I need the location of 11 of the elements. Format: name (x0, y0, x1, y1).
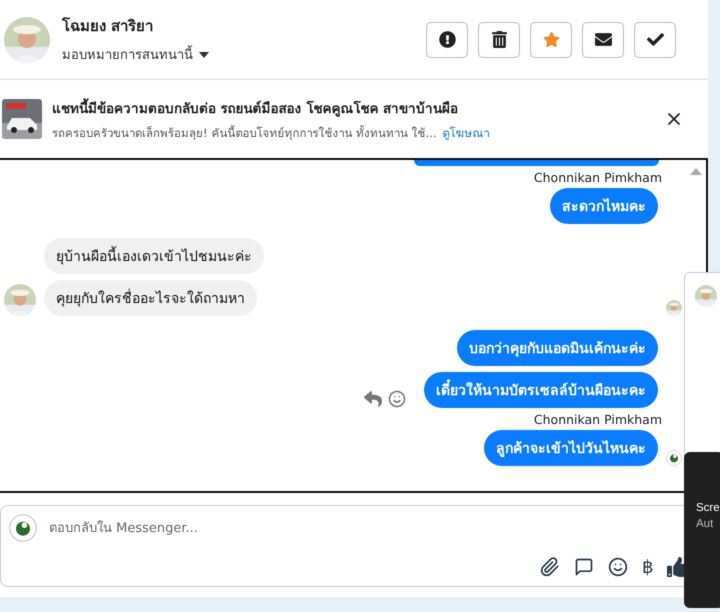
ad-title: แชทนี้มีข้อความตอบกลับต่อ รถยนต์มือสอง โชคคูณโชค สาขาบ้านผือ (52, 96, 654, 118)
message-bubble: ลูกค้าจะเข้าไปวันไหนคะ (484, 430, 658, 466)
ad-description: รถครอบครัวขนาดเล็กพร้อมลุย! คันนี้ตอบโจทย์ทุกการใช้งาน ทั้งทนทาน ใช้... (52, 124, 437, 142)
message-bubble: สะดวกไหมคะ (550, 188, 658, 224)
sender-name: Chonnikan Pimkham (534, 412, 662, 427)
contact-name: โฉมยง สาริยา (62, 16, 154, 37)
sender-name: Chonnikan Pimkham (534, 170, 662, 185)
message-bubble: ยุบ้านผือนี้เองเดวเข้าไปชมนะค่ะ (44, 238, 264, 274)
message-bubble: เดี๋ยวให้นามบัตรเซลล์บ้านผือนะคะ (424, 372, 658, 408)
message-bubble: คุยยุกับใครชื่ออะไรจะใด้ถามหา (44, 280, 257, 316)
message-bubble: บอกว่าคุยกับแอดมินเค้กนะค่ะ (457, 330, 658, 366)
